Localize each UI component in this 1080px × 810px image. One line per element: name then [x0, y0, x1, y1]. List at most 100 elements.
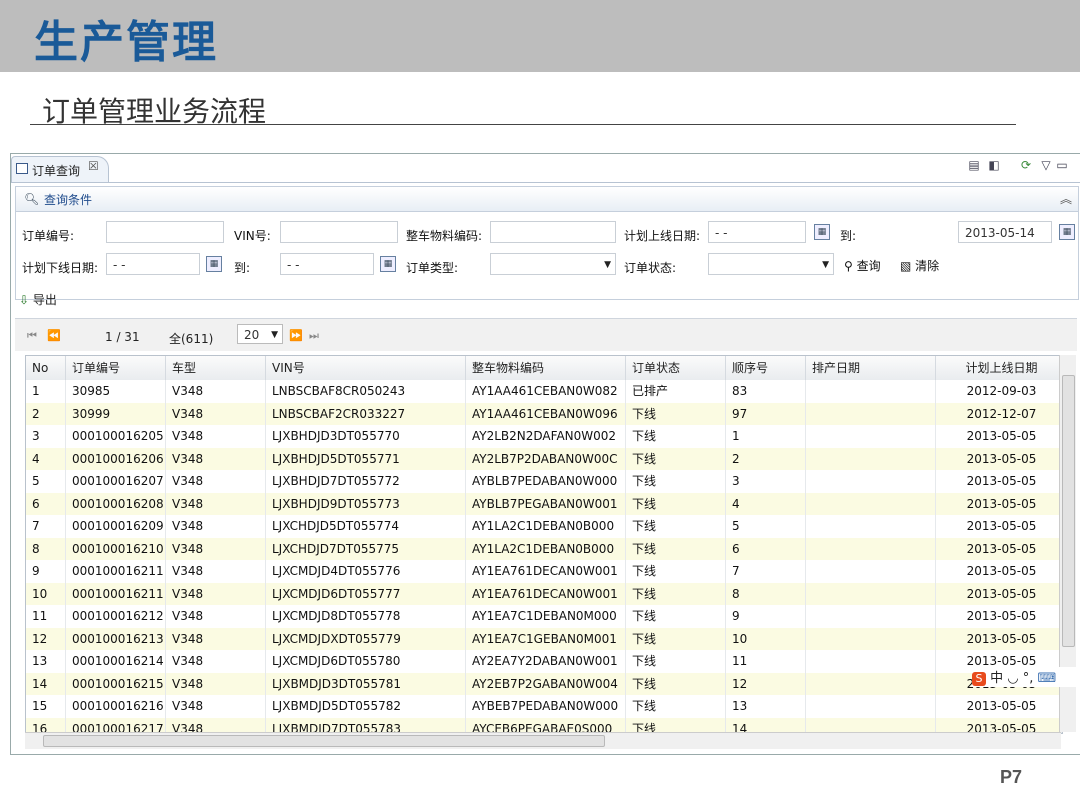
- table-cell: AY1EA761DECAN0W001: [466, 560, 626, 583]
- column-header[interactable]: VIN号: [266, 356, 466, 380]
- table-cell: 000100016212: [66, 605, 166, 628]
- column-header[interactable]: 车型: [166, 356, 266, 380]
- table-row[interactable]: 4 000100016206 V348 LJXBHDJD5DT055771 AY2LB7…: [26, 447, 1062, 470]
- close-icon[interactable]: ☒: [88, 159, 99, 173]
- table-cell: 15: [26, 695, 66, 718]
- table-cell: AY2LB2N2DAFAN0W002: [466, 425, 626, 448]
- table-cell: [806, 650, 936, 673]
- calendar-icon[interactable]: ▦: [1059, 224, 1075, 240]
- table-row[interactable]: 12 000100016213 V348 LJXCMDJDXDT055779 AY1EA…: [26, 627, 1062, 650]
- plan-offline-to-input[interactable]: - -: [280, 253, 374, 275]
- order-type-select[interactable]: ▼: [490, 253, 616, 275]
- table-cell: 000100016209: [66, 515, 166, 538]
- scroll-thumb[interactable]: [1062, 375, 1075, 647]
- scroll-thumb[interactable]: [43, 735, 605, 747]
- table-cell: 7: [26, 515, 66, 538]
- view-menu-icon[interactable]: ▽: [1039, 158, 1053, 172]
- material-input[interactable]: [490, 221, 616, 243]
- table-row[interactable]: 13 000100016214 V348 LJXCMDJD6DT055780 AY2EA…: [26, 650, 1062, 673]
- export-label: 导出: [32, 293, 57, 307]
- ime-toolbar[interactable]: S 中 ◡ °, ⌨: [972, 667, 1076, 687]
- table-cell: 3: [26, 425, 66, 448]
- column-header[interactable]: 订单状态: [626, 356, 726, 380]
- table-row[interactable]: 14 000100016215 V348 LJXBMDJD3DT055781 AY2EB…: [26, 672, 1062, 695]
- table-cell: 000100016210: [66, 537, 166, 560]
- column-header[interactable]: 排产日期: [806, 356, 936, 380]
- collapse-icon[interactable]: ︽: [1060, 190, 1072, 207]
- plan-offline-from-input[interactable]: - -: [106, 253, 200, 275]
- table-row[interactable]: 6 000100016208 V348 LJXBHDJD9DT055773 AYBLB7…: [26, 492, 1062, 515]
- table-cell: 2013-05-05: [936, 515, 1062, 538]
- table-cell: 000100016211: [66, 560, 166, 583]
- plan-online-to-input[interactable]: 2013-05-14: [958, 221, 1052, 243]
- table-cell: 2: [726, 447, 806, 470]
- table-row[interactable]: 10 000100016211 V348 LJXCMDJD6DT055777 AY1EA…: [26, 582, 1062, 605]
- table-cell: V348: [166, 537, 266, 560]
- table-cell: 30999: [66, 402, 166, 425]
- to-label: 到:: [840, 229, 857, 243]
- calendar-icon[interactable]: ▦: [814, 224, 830, 240]
- plan-online-label: 计划上线日期:: [624, 229, 701, 243]
- page-size-select[interactable]: 20 ▼: [237, 324, 283, 344]
- view-toolbar: ▤ ◧ ⟳ ▽ ▭: [967, 158, 1077, 178]
- vin-input[interactable]: [280, 221, 398, 243]
- column-header[interactable]: 顺序号: [726, 356, 806, 380]
- column-header[interactable]: 整车物料编码: [466, 356, 626, 380]
- table-row[interactable]: 8 000100016210 V348 LJXCHDJD7DT055775 AY1LA2…: [26, 537, 1062, 560]
- table-row[interactable]: 3 000100016205 V348 LJXBHDJD3DT055770 AY2LB2…: [26, 425, 1062, 448]
- order-no-input[interactable]: [106, 221, 224, 243]
- split-icon[interactable]: ◧: [987, 158, 1001, 172]
- clear-button[interactable]: ▧ 清除: [900, 257, 939, 274]
- plan-online-from-input[interactable]: - -: [708, 221, 806, 243]
- export-button[interactable]: ⇩ 导出: [19, 291, 57, 308]
- table-row[interactable]: 7 000100016209 V348 LJXCHDJD5DT055774 AY1LA2…: [26, 515, 1062, 538]
- column-header[interactable]: 订单编号: [66, 356, 166, 380]
- column-header[interactable]: No: [26, 356, 66, 380]
- calendar-icon[interactable]: ▦: [206, 256, 222, 272]
- table-cell: 000100016216: [66, 695, 166, 718]
- table-row[interactable]: 9 000100016211 V348 LJXCMDJD4DT055776 AY1EA7…: [26, 560, 1062, 583]
- table-row[interactable]: 1 30985 V348 LNBSCBAF8CR050243 AY1AA461CEBAN…: [26, 380, 1062, 403]
- table-cell: 000100016205: [66, 425, 166, 448]
- table-cell: V348: [166, 492, 266, 515]
- next-page-icon[interactable]: ⏩: [289, 329, 303, 342]
- order-status-select[interactable]: ▼: [708, 253, 834, 275]
- table-cell: AY1LA2C1DEBAN0B000: [466, 537, 626, 560]
- table-cell: [806, 695, 936, 718]
- first-page-icon[interactable]: ⏮: [27, 329, 37, 343]
- search-button[interactable]: ⚲ 查询: [844, 257, 881, 274]
- table-cell: [806, 425, 936, 448]
- table-cell: [806, 627, 936, 650]
- table-row[interactable]: 2 30999 V348 LNBSCBAF2CR033227 AY1AA461CEBAN…: [26, 402, 1062, 425]
- calendar-icon[interactable]: ▦: [380, 256, 396, 272]
- to-label: 到:: [234, 261, 251, 275]
- table-row[interactable]: 15 000100016216 V348 LJXBMDJD5DT055782 AYBEB…: [26, 695, 1062, 718]
- refresh-icon[interactable]: ⟳: [1019, 158, 1033, 172]
- table-row[interactable]: 5 000100016207 V348 LJXBHDJD7DT055772 AYBLB7…: [26, 470, 1062, 493]
- order-status-label: 订单状态:: [624, 261, 677, 275]
- tab-order-query[interactable]: 订单查询 ☒: [11, 156, 109, 182]
- table-cell: 000100016206: [66, 447, 166, 470]
- prev-page-icon[interactable]: ⏪: [47, 329, 61, 342]
- table-cell: 2013-05-05: [936, 425, 1062, 448]
- layout-icon[interactable]: ▤: [967, 158, 981, 172]
- search-icon: ⚲: [844, 259, 857, 273]
- table-cell: 000100016208: [66, 492, 166, 515]
- table-cell: [806, 470, 936, 493]
- subtitle-divider: [30, 124, 1016, 125]
- column-header[interactable]: 计划上线日期: [936, 356, 1062, 380]
- table-cell: [806, 672, 936, 695]
- horizontal-scrollbar[interactable]: [25, 732, 1061, 749]
- table-cell: AY1AA461CEBAN0W082: [466, 380, 626, 403]
- table-cell: 000100016214: [66, 650, 166, 673]
- table-row[interactable]: 11 000100016212 V348 LJXCMDJD8DT055778 AY1EA…: [26, 605, 1062, 628]
- last-page-icon[interactable]: ⏭: [309, 329, 319, 343]
- table-cell: V348: [166, 560, 266, 583]
- table-cell: 2013-05-05: [936, 492, 1062, 515]
- query-panel-header[interactable]: 🔍︎ 查询条件 ︽: [16, 187, 1078, 212]
- table-cell: 2013-05-05: [936, 695, 1062, 718]
- chevron-down-icon: ▼: [271, 330, 278, 340]
- minimize-icon[interactable]: ▭: [1055, 158, 1069, 172]
- table-cell: 12: [726, 672, 806, 695]
- table-cell: LJXBHDJD7DT055772: [266, 470, 466, 493]
